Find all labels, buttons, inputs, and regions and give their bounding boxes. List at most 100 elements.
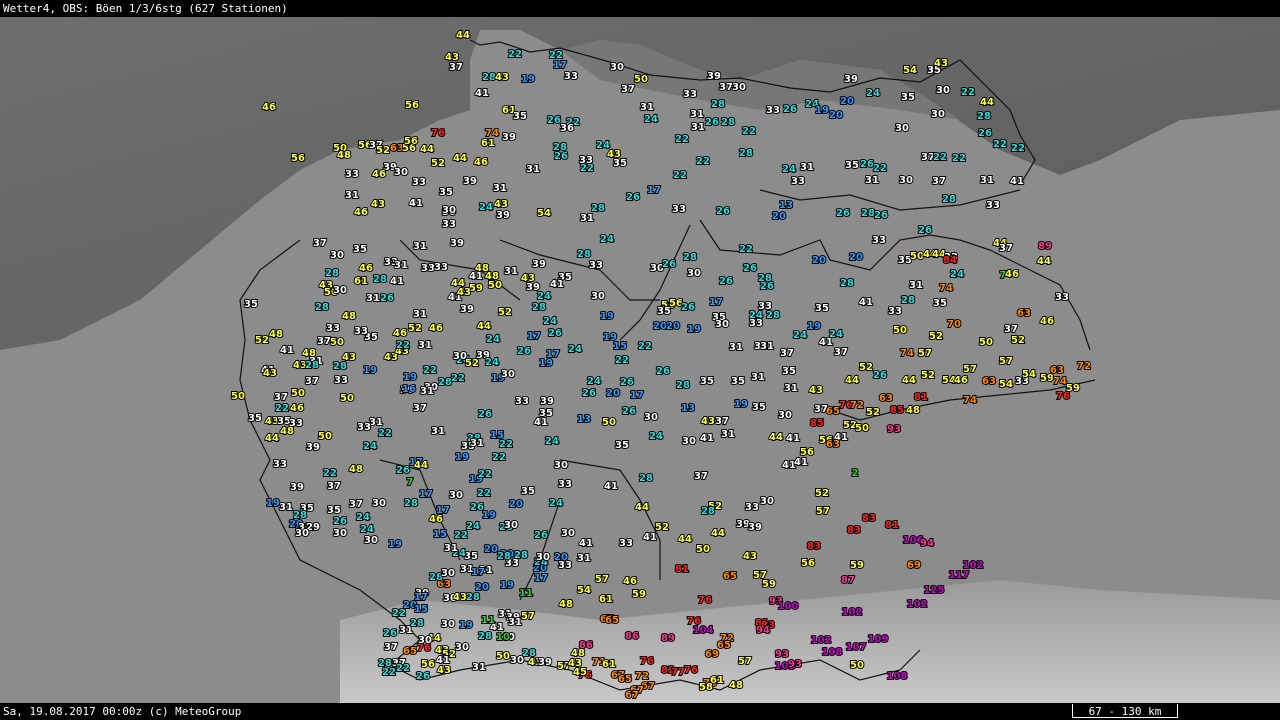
station-value: 33	[589, 260, 603, 271]
station-value: 31	[431, 426, 445, 437]
station-value: 30	[931, 109, 945, 120]
station-value: 57	[595, 574, 609, 585]
station-value: 26	[719, 276, 733, 287]
station-value: 48	[269, 329, 283, 340]
station-value: 30	[610, 62, 624, 73]
station-value: 35	[782, 366, 796, 377]
station-value: 35	[845, 160, 859, 171]
station-value: 22	[396, 340, 410, 351]
station-value: 28	[901, 295, 915, 306]
station-value: 22	[696, 156, 710, 167]
station-value: 83	[807, 541, 821, 552]
station-value: 30	[687, 268, 701, 279]
station-value: 17	[534, 573, 548, 584]
station-value: 24	[649, 431, 663, 442]
station-value: 35	[439, 187, 453, 198]
station-value: 59	[762, 579, 776, 590]
station-value: 33	[749, 318, 763, 329]
station-value: 28	[514, 550, 528, 561]
station-value: 61	[599, 594, 613, 605]
station-value: 30	[504, 520, 518, 531]
station-value: 63	[1017, 308, 1031, 319]
station-value: 26	[383, 628, 397, 639]
station-value: 72	[1077, 361, 1091, 372]
station-value: 24	[950, 269, 964, 280]
station-value: 22	[873, 163, 887, 174]
station-value: 43	[701, 416, 715, 427]
map-canvas[interactable]: 44433722 221728 43 19 333050 3937 3033374146 56…	[0, 17, 1280, 703]
station-value: 20	[484, 544, 498, 555]
station-value: 31	[577, 553, 591, 564]
station-value: 22	[961, 87, 975, 98]
station-value: 77	[671, 667, 685, 678]
station-value: 28	[373, 274, 387, 285]
station-value: 30	[536, 552, 550, 563]
station-value: 33	[412, 177, 426, 188]
station-value: 44	[711, 528, 725, 539]
station-value: 33	[326, 323, 340, 334]
station-value: 30	[644, 412, 658, 423]
station-value: 46	[474, 157, 488, 168]
station-value: 28	[532, 302, 546, 313]
station-value: 107	[846, 642, 867, 653]
station-value: 30	[364, 535, 378, 546]
station-value: 28	[683, 252, 697, 263]
station-value: 28	[577, 249, 591, 260]
station-value: 65	[723, 571, 737, 582]
station-value: 11	[519, 588, 533, 599]
station-value: 30	[330, 250, 344, 261]
station-value: 50	[318, 431, 332, 442]
station-value: 93	[775, 649, 789, 660]
station-value: 22	[382, 667, 396, 678]
station-value: 46	[354, 207, 368, 218]
station-value: 31	[279, 502, 293, 513]
station-value: 81	[675, 564, 689, 575]
station-value: 37	[719, 82, 733, 93]
station-value: 30	[333, 285, 347, 296]
station-value: 37	[317, 336, 331, 347]
station-value: 57	[521, 611, 535, 622]
station-value: 24	[363, 441, 377, 452]
station-value: 20	[475, 582, 489, 593]
station-value: 43	[934, 58, 948, 69]
station-value: 35	[933, 298, 947, 309]
station-value: 13	[779, 200, 793, 211]
station-value: 37	[349, 499, 363, 510]
station-value: 26	[333, 516, 347, 527]
station-value: 41	[280, 345, 294, 356]
station-value: 52	[929, 331, 943, 342]
station-value: 44	[769, 432, 783, 443]
station-value: 28	[466, 592, 480, 603]
station-value: 22	[492, 452, 506, 463]
station-value: 30	[715, 319, 729, 330]
station-value: 81	[885, 520, 899, 531]
station-value: 43	[453, 592, 467, 603]
station-value: 26	[860, 159, 874, 170]
station-value: 125	[924, 585, 945, 596]
station-value: 52	[655, 522, 669, 533]
station-value: 26	[836, 208, 850, 219]
station-value: 44	[635, 502, 649, 513]
station-value: 57	[999, 356, 1013, 367]
station-value: 31	[760, 341, 774, 352]
station-value: 37	[449, 62, 463, 73]
station-value: 19	[815, 105, 829, 116]
station-value: 28	[639, 473, 653, 484]
station-value: 31	[418, 340, 432, 351]
station-value: 28	[438, 377, 452, 388]
station-value: 11	[481, 615, 495, 626]
station-value: 41	[1010, 176, 1024, 187]
station-value: 102	[842, 607, 863, 618]
station-value: 17	[419, 489, 433, 500]
station-value: 19	[807, 321, 821, 332]
station-value: 26	[716, 206, 730, 217]
station-value: 48	[559, 599, 573, 610]
station-value: 44	[265, 433, 279, 444]
station-value: 15	[490, 430, 504, 441]
station-value: 20	[829, 110, 843, 121]
station-value: 30	[455, 642, 469, 653]
station-value: 33	[334, 375, 348, 386]
map-window: Wetter4, OBS: Böen 1/3/6stg (627 Station…	[0, 0, 1280, 720]
station-value: 43	[495, 72, 509, 83]
station-value: 52	[376, 145, 390, 156]
